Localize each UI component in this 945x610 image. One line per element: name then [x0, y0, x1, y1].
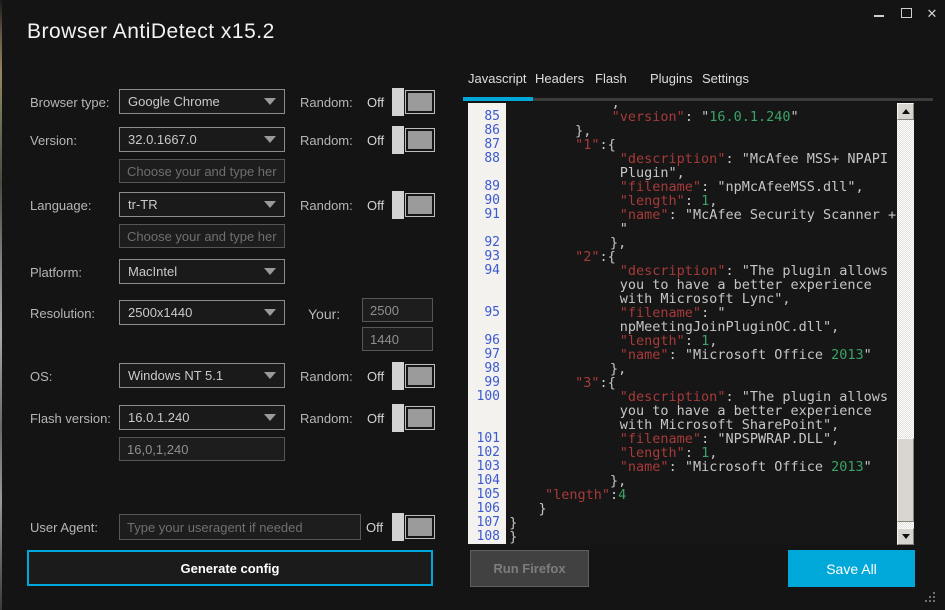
flash-version-label: Flash version: — [30, 411, 111, 426]
language-random-state: Off — [367, 198, 384, 213]
triangle-up-icon — [902, 109, 910, 114]
tab-plugins[interactable]: Plugins — [650, 71, 693, 86]
platform-value: MacIntel — [128, 264, 177, 279]
minimize-button[interactable] — [868, 4, 890, 22]
tab-settings[interactable]: Settings — [702, 71, 749, 86]
toggle-knob — [392, 513, 404, 541]
app-window: Browser AntiDetect x15.2 ✕ Browser type:… — [0, 0, 945, 610]
os-random-label: Random: — [300, 369, 353, 384]
browser-type-value: Google Chrome — [128, 94, 220, 109]
code-viewer[interactable]: ,85"version": "16.0.1.240"86},87"1":{88"… — [468, 103, 914, 545]
toggle-knob — [392, 404, 404, 432]
version-label: Version: — [30, 133, 77, 148]
flash-version-select[interactable]: 16.0.1.240 — [119, 405, 285, 430]
flash-random-state: Off — [367, 411, 384, 426]
flash-custom-input[interactable] — [119, 437, 285, 461]
active-tab-indicator — [463, 97, 533, 101]
resolution-label: Resolution: — [30, 306, 95, 321]
maximize-icon — [901, 8, 912, 18]
os-label: OS: — [30, 369, 52, 384]
os-value: Windows NT 5.1 — [128, 368, 223, 383]
generate-config-button[interactable]: Generate config — [27, 550, 433, 586]
code-lines: ,85"version": "16.0.1.240"86},87"1":{88"… — [468, 103, 897, 544]
toggle-track — [406, 129, 434, 151]
os-select[interactable]: Windows NT 5.1 — [119, 363, 285, 388]
resolution-value: 2500x1440 — [128, 305, 192, 320]
run-firefox-button[interactable]: Run Firefox — [470, 550, 589, 587]
flash-random-toggle[interactable] — [392, 404, 434, 432]
resize-grip-icon[interactable] — [925, 592, 937, 604]
os-random-toggle[interactable] — [392, 362, 434, 390]
chevron-down-icon — [264, 98, 276, 105]
resolution-select[interactable]: 2500x1440 — [119, 300, 285, 325]
chevron-down-icon — [264, 136, 276, 143]
language-select[interactable]: tr-TR — [119, 192, 285, 217]
tab-javascript[interactable]: Javascript — [468, 71, 527, 86]
toggle-track — [406, 516, 434, 538]
language-random-label: Random: — [300, 198, 353, 213]
version-custom-input[interactable] — [119, 159, 285, 183]
resolution-height-input[interactable] — [362, 327, 433, 351]
version-random-state: Off — [367, 133, 384, 148]
scroll-down-button[interactable] — [897, 528, 914, 545]
language-label: Language: — [30, 198, 91, 213]
tab-headers[interactable]: Headers — [535, 71, 584, 86]
browser-type-select[interactable]: Google Chrome — [119, 89, 285, 114]
chevron-down-icon — [264, 201, 276, 208]
browser-type-random-toggle[interactable] — [392, 88, 434, 116]
close-icon: ✕ — [927, 7, 938, 20]
user-agent-toggle[interactable] — [392, 513, 434, 541]
resolution-width-input[interactable] — [362, 298, 433, 322]
version-value: 32.0.1667.0 — [128, 132, 197, 147]
scrollbar-thumb[interactable] — [897, 438, 914, 522]
toggle-knob — [392, 191, 404, 219]
platform-label: Platform: — [30, 265, 82, 280]
save-all-button[interactable]: Save All — [788, 550, 915, 587]
toggle-knob — [392, 362, 404, 390]
toggle-track — [406, 91, 434, 113]
flash-version-value: 16.0.1.240 — [128, 410, 189, 425]
language-value: tr-TR — [128, 197, 158, 212]
toggle-track — [406, 194, 434, 216]
code-scrollbar[interactable] — [897, 103, 914, 545]
platform-select[interactable]: MacIntel — [119, 259, 285, 284]
toggle-track — [406, 365, 434, 387]
toggle-knob — [392, 126, 404, 154]
triangle-down-icon — [902, 534, 910, 539]
user-agent-state: Off — [366, 520, 383, 535]
desktop-edge-strip — [0, 0, 2, 610]
os-random-state: Off — [367, 369, 384, 384]
version-random-toggle[interactable] — [392, 126, 434, 154]
flash-random-label: Random: — [300, 411, 353, 426]
chevron-down-icon — [264, 309, 276, 316]
window-title: Browser AntiDetect x15.2 — [27, 20, 275, 44]
minimize-icon — [874, 15, 884, 17]
language-random-toggle[interactable] — [392, 191, 434, 219]
chevron-down-icon — [264, 268, 276, 275]
scroll-up-button[interactable] — [897, 103, 914, 120]
browser-type-random-label: Random: — [300, 95, 353, 110]
user-agent-input[interactable] — [119, 514, 361, 540]
your-resolution-label: Your: — [308, 306, 340, 322]
version-random-label: Random: — [300, 133, 353, 148]
toggle-track — [406, 407, 434, 429]
browser-type-label: Browser type: — [30, 95, 109, 110]
tab-flash[interactable]: Flash — [595, 71, 627, 86]
user-agent-label: User Agent: — [30, 520, 98, 535]
scrollbar-track[interactable] — [897, 120, 914, 528]
browser-type-random-state: Off — [367, 95, 384, 110]
maximize-button[interactable] — [895, 4, 917, 22]
chevron-down-icon — [264, 372, 276, 379]
toggle-knob — [392, 88, 404, 116]
close-button[interactable]: ✕ — [921, 4, 943, 22]
version-select[interactable]: 32.0.1667.0 — [119, 127, 285, 152]
language-custom-input[interactable] — [119, 224, 285, 248]
tab-strip-divider — [533, 98, 933, 101]
chevron-down-icon — [264, 414, 276, 421]
